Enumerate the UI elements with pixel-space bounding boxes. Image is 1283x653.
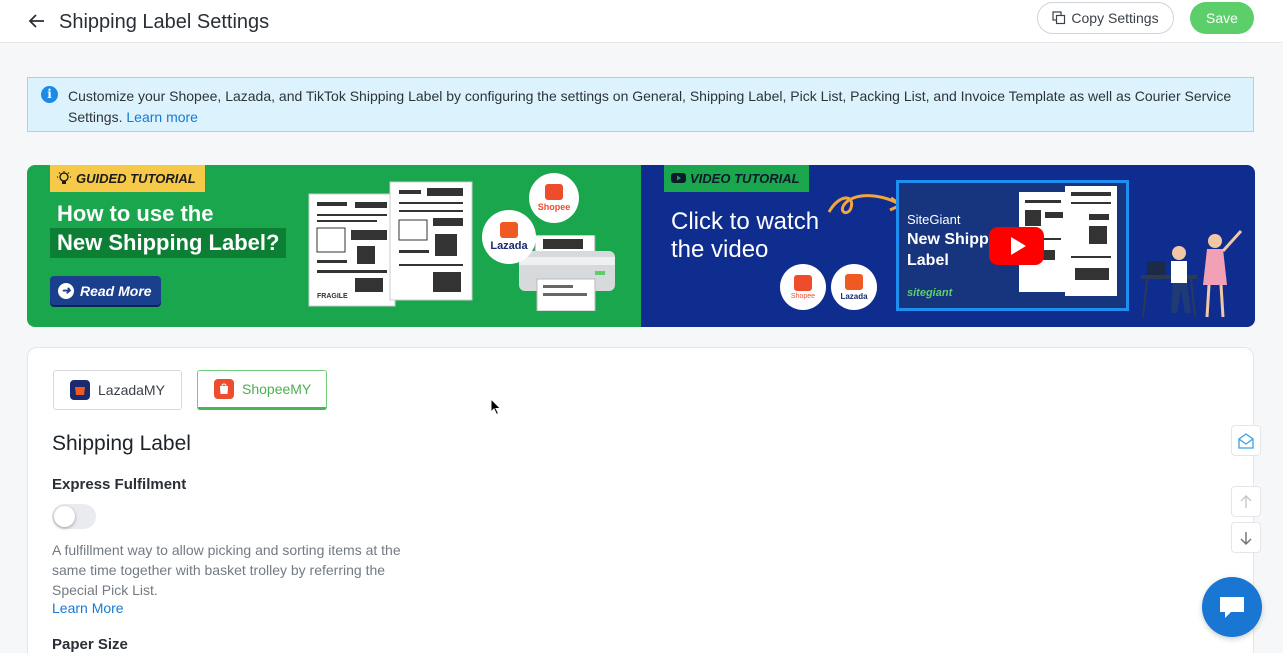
tab-lazadamy[interactable]: LazadaMY [53,370,182,410]
video-tutorial-label: VIDEO TUTORIAL [690,171,800,186]
copy-settings-label: Copy Settings [1071,10,1159,26]
top-bar: Shipping Label Settings Copy Settings Sa… [0,0,1283,43]
info-text: Customize your Shopee, Lazada, and TikTo… [68,88,1232,125]
shopee-logo-text: Shopee [537,202,571,212]
page-title: Shipping Label Settings [59,11,270,33]
express-learn-more-link[interactable]: Learn More [52,600,124,616]
arrow-down-icon [1240,531,1252,545]
info-learn-more-link[interactable]: Learn more [126,109,198,125]
lazada-store-icon [70,380,90,400]
video-tutorial-banner[interactable]: VIDEO TUTORIAL Click to watch the video … [641,165,1255,327]
info-banner: i Customize your Shopee, Lazada, and Tik… [27,77,1254,132]
curly-arrow-icon [827,194,905,214]
toggle-knob [54,506,75,527]
tab-shopeemy-label: ShopeeMY [242,381,312,397]
read-more-button[interactable]: ➜ Read More [50,276,161,305]
guided-heading-line2: New Shipping Label? [50,228,287,258]
shopee-logo: Shopee [529,173,579,223]
guided-tutorial-label: GUIDED TUTORIAL [76,171,196,186]
svg-text:FRAGILE: FRAGILE [317,293,348,300]
copy-settings-button[interactable]: Copy Settings [1037,2,1174,34]
guided-heading-line1: How to use the [57,201,214,226]
info-icon: i [41,86,58,103]
read-more-label: Read More [80,282,152,299]
video-lazada-logo: Lazada [831,264,877,310]
video-thumbnail[interactable]: SiteGiant New Shipp Label sitegiant [896,180,1129,311]
mail-button[interactable] [1231,425,1261,456]
paper-size-label: Paper Size [52,636,128,653]
save-button[interactable]: Save [1190,2,1254,34]
youtube-icon [671,173,686,183]
shipping-labels-illustration: FRAGILE [308,181,473,307]
express-fulfilment-label: Express Fulfilment [52,476,187,493]
scroll-up-button[interactable] [1231,486,1261,517]
tab-lazadamy-label: LazadaMY [98,382,165,398]
thumbnail-brand: SiteGiant [907,212,961,227]
youtube-play-button[interactable] [989,227,1044,265]
shopee-store-icon [214,379,234,399]
settings-card: LazadaMY ShopeeMY Shipping Label Express… [27,347,1254,653]
people-at-desk-illustration [1141,229,1243,318]
arrow-up-icon [1240,494,1252,508]
copy-icon [1052,11,1066,25]
lazada-logo-text: Lazada [490,240,528,252]
thumbnail-title-line1: New Shipp [907,231,989,248]
tab-shopeemy[interactable]: ShopeeMY [197,370,327,410]
video-heading-line1: Click to watch [671,208,820,235]
video-tutorial-tag: VIDEO TUTORIAL [664,165,809,192]
thumbnail-title-line2: Label [907,252,949,269]
mouse-cursor-icon [490,398,502,416]
thumbnail-sitegiant-logo: sitegiant [907,287,953,299]
guided-tutorial-banner[interactable]: GUIDED TUTORIAL How to use the New Shipp… [27,165,641,327]
express-fulfilment-description: A fulfillment way to allow picking and s… [52,542,401,598]
lazada-logo: Lazada [482,210,536,264]
scroll-down-button[interactable] [1231,522,1261,553]
video-shopee-text: Shopee [790,292,816,300]
back-arrow-icon[interactable] [26,10,48,32]
bulb-icon [57,171,71,184]
play-icon [1011,237,1026,255]
video-shopee-logo: Shopee [780,264,826,310]
video-lazada-text: Lazada [840,291,868,301]
arrow-right-circle-icon: ➜ [58,282,74,299]
video-heading-line2: the video [671,236,769,263]
chat-icon [1220,597,1244,618]
chat-button[interactable] [1202,577,1262,637]
mail-icon [1238,432,1254,449]
express-fulfilment-toggle[interactable] [52,504,96,529]
guided-tutorial-tag: GUIDED TUTORIAL [50,165,205,192]
section-title: Shipping Label [52,432,191,455]
